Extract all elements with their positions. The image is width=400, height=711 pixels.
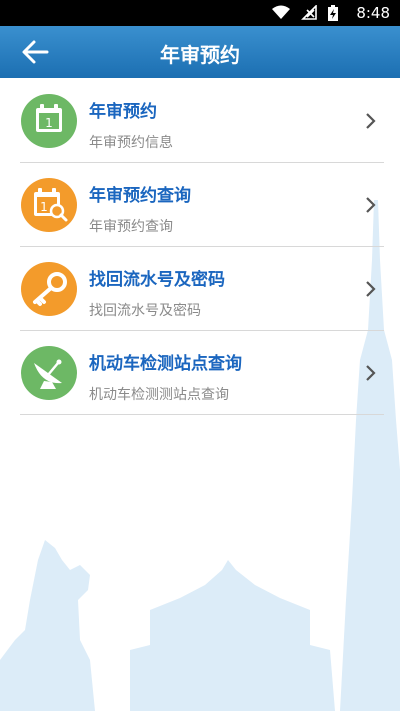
clock: 8:48 [356, 4, 390, 22]
page-title: 年审预约 [160, 43, 240, 67]
menu-item-title: 年审预约 [89, 102, 157, 122]
chevron-right-icon [366, 281, 376, 297]
app-bar: 年审预约 [0, 26, 400, 78]
menu-item-appointment-query[interactable]: 1 年审预约查询 年审预约查询 [20, 163, 384, 247]
calendar-search-icon: 1 [21, 178, 77, 232]
menu-item-subtitle: 找回流水号及密码 [89, 303, 201, 319]
svg-text:1: 1 [45, 116, 53, 130]
menu-item-subtitle: 机动车检测测站点查询 [89, 387, 229, 403]
menu-item-subtitle: 年审预约查询 [89, 219, 173, 235]
menu-item-title: 机动车检测站点查询 [89, 354, 242, 374]
menu-item-title: 找回流水号及密码 [89, 270, 225, 290]
menu-item-subtitle: 年审预约信息 [89, 135, 173, 151]
chevron-right-icon [366, 113, 376, 129]
no-signal-icon [300, 5, 317, 20]
menu-item-title: 年审预约查询 [89, 186, 191, 206]
status-icons [266, 5, 338, 24]
menu-item-inspection-station-query[interactable]: 机动车检测站点查询 机动车检测测站点查询 [20, 331, 384, 415]
svg-text:1: 1 [40, 200, 48, 214]
menu-list: 1 年审预约 年审预约信息 1 年审预约查询 年审预约查询 找回流水号及密码 找… [20, 79, 384, 415]
battery-charging-icon [328, 5, 338, 21]
chevron-right-icon [366, 197, 376, 213]
satellite-dish-icon [21, 346, 77, 400]
wifi-icon [271, 5, 290, 19]
menu-item-retrieve-serial-and-password[interactable]: 找回流水号及密码 找回流水号及密码 [20, 247, 384, 331]
chevron-right-icon [366, 365, 376, 381]
key-icon [21, 262, 77, 316]
menu-item-annual-inspection-appointment[interactable]: 1 年审预约 年审预约信息 [20, 79, 384, 163]
calendar-icon: 1 [21, 94, 77, 148]
status-bar: 8:48 [0, 0, 400, 26]
